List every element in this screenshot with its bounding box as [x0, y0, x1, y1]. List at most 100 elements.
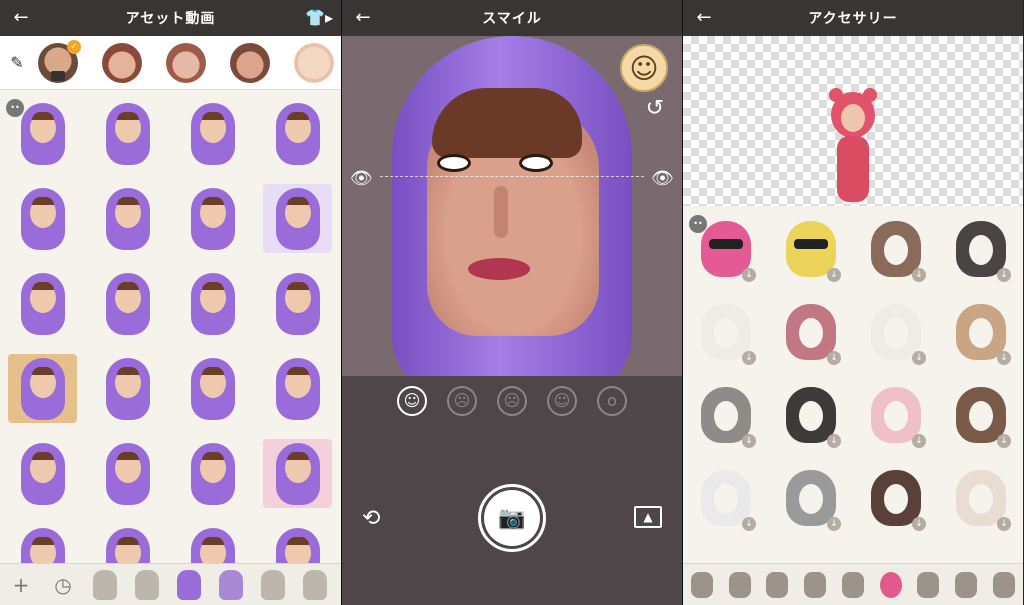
flip-camera-icon[interactable]: ⟲ [362, 506, 380, 531]
angry-icon[interactable]: ☹ [447, 386, 477, 416]
download-icon: ↓ [742, 351, 756, 365]
accessory-zebra-hood[interactable]: ↓ [768, 456, 853, 539]
desk-icon[interactable] [252, 564, 294, 605]
sticker-thumbs-up[interactable] [85, 431, 170, 516]
category-hair-2-icon[interactable] [728, 571, 751, 598]
check-icon: ✓ [67, 39, 81, 54]
sticker-cheer[interactable]: •• [0, 91, 85, 176]
accessory-panda-hood[interactable]: ↓ [683, 290, 768, 373]
hoodie-character [190, 102, 235, 165]
sticker-swing[interactable] [0, 261, 85, 346]
sticker-think[interactable] [255, 346, 340, 431]
download-icon: ↓ [912, 268, 926, 282]
sticker-champagne[interactable] [0, 346, 85, 431]
category-hair-1-icon[interactable] [690, 571, 713, 598]
sticker-foam-finger[interactable] [0, 431, 85, 516]
group-icon[interactable] [210, 564, 252, 605]
face-selector-row: ✎ ✓ [0, 36, 341, 90]
sticker-jump[interactable] [170, 176, 255, 261]
eye-guide-left-icon: 👁 [350, 168, 373, 189]
reindeer-hood-thumbnail [955, 386, 1006, 443]
sticker-lying[interactable] [85, 176, 170, 261]
accessory-bull-hood[interactable]: ↓ [853, 456, 938, 539]
gallery-icon[interactable]: ▲ [634, 506, 662, 528]
download-icon: ↓ [827, 268, 841, 282]
back-arrow-icon[interactable]: ← [693, 7, 715, 29]
category-hair-4-icon[interactable] [804, 571, 827, 598]
accessory-bunny-hood[interactable]: ↓ [853, 373, 938, 456]
sticker-peace[interactable] [85, 91, 170, 176]
balloon-icon[interactable] [126, 564, 168, 605]
sticker-sparkle[interactable] [170, 346, 255, 431]
top-bar: ← アセット動画 👕▸ [0, 0, 341, 36]
sticker-sparkle-jump[interactable] [255, 176, 340, 261]
smile-icon[interactable]: ☺ [397, 386, 427, 416]
category-dress-icon[interactable] [917, 571, 940, 598]
sticker-wave[interactable] [170, 431, 255, 516]
bear-character [829, 88, 877, 204]
zebra-hood-thumbnail [785, 469, 836, 526]
sticker-hang[interactable] [170, 261, 255, 346]
accessory-white-bear-hood[interactable]: ↓ [853, 290, 938, 373]
clock-icon[interactable]: ◷ [42, 564, 84, 605]
face-avatar-3[interactable] [166, 42, 206, 83]
hoodie-character [275, 102, 320, 165]
top-bar: ← スマイル [342, 0, 682, 36]
shutter-button[interactable]: 📷 [478, 484, 546, 552]
accessory-ram-hood[interactable]: ↓ [938, 456, 1023, 539]
sticker-grid: •• [0, 91, 341, 590]
sticker-giggle[interactable] [255, 91, 340, 176]
category-hair-3-icon[interactable] [766, 571, 789, 598]
smile-screen: ← スマイル 👁 👁 ☺ ↺ ☺ ☹ ☹ ☺ o ⟲ 📷 ▲ [341, 0, 682, 605]
accessory-reindeer-hood[interactable]: ↓ [938, 373, 1023, 456]
sticker-crouch[interactable] [0, 176, 85, 261]
hoodie-character [20, 102, 65, 165]
face-avatar-2[interactable] [102, 42, 142, 83]
back-arrow-icon[interactable]: ← [352, 7, 374, 29]
yellow-ranger-helmet-thumbnail [785, 220, 836, 277]
plus-icon[interactable]: + [0, 564, 42, 605]
hooded-grey-icon[interactable] [294, 564, 336, 605]
hoodie-icon[interactable] [168, 564, 210, 605]
mummy-icon[interactable] [84, 564, 126, 605]
category-helmet-icon[interactable] [879, 571, 902, 598]
category-gown-icon[interactable] [993, 571, 1015, 598]
sticker-confetti[interactable] [255, 431, 340, 516]
accessory-pink-bear-hood[interactable]: ↓ [768, 290, 853, 373]
category-cap-icon[interactable] [841, 571, 864, 598]
lips [468, 258, 530, 280]
face-avatar-4[interactable] [230, 42, 270, 83]
accessory-yellow-ranger-helmet[interactable]: ↓ [768, 207, 853, 290]
sticker-laugh-peace[interactable] [170, 91, 255, 176]
sticker-dance[interactable] [85, 261, 170, 346]
download-icon: ↓ [997, 268, 1011, 282]
accessory-brown-bear-hood[interactable]: ↓ [853, 207, 938, 290]
back-arrow-icon[interactable]: ← [10, 7, 32, 29]
sad-icon[interactable]: ☹ [497, 386, 527, 416]
category-suit-icon[interactable] [955, 571, 978, 598]
accessory-black-bear-hood[interactable]: ↓ [938, 207, 1023, 290]
animated-badge-icon: •• [689, 215, 707, 233]
hoodie-character [190, 187, 235, 250]
hoodie-character [105, 357, 150, 420]
accessory-cow-hood[interactable]: ↓ [683, 456, 768, 539]
accessory-pink-ranger-helmet[interactable]: ↓ •• [683, 207, 768, 290]
shirt-icon[interactable]: 👕▸ [305, 8, 333, 27]
download-icon: ↓ [912, 351, 926, 365]
eye-guide-right-icon: 👁 [651, 168, 674, 189]
face-avatar-1[interactable]: ✓ [38, 39, 81, 83]
fox-hood-thumbnail [955, 303, 1006, 360]
hoodie-character [20, 357, 65, 420]
surprised-icon[interactable]: o [597, 386, 627, 416]
accessory-black-cat-hood[interactable]: ↓ [768, 373, 853, 456]
accessory-fox-hood[interactable]: ↓ [938, 290, 1023, 373]
grin-icon[interactable]: ☺ [547, 386, 577, 416]
sticker-trophy[interactable] [255, 261, 340, 346]
accessory-grey-cat-hood[interactable]: ↓ [683, 373, 768, 456]
face-avatar-5[interactable] [294, 42, 334, 83]
download-icon: ↓ [997, 434, 1011, 448]
sticker-cheerleader[interactable] [85, 346, 170, 431]
camera-preview[interactable]: 👁 👁 ☺ ↺ [342, 36, 682, 376]
edit-icon[interactable]: ✎ [2, 53, 32, 72]
smiley-face-icon[interactable]: ☺ [620, 44, 668, 92]
